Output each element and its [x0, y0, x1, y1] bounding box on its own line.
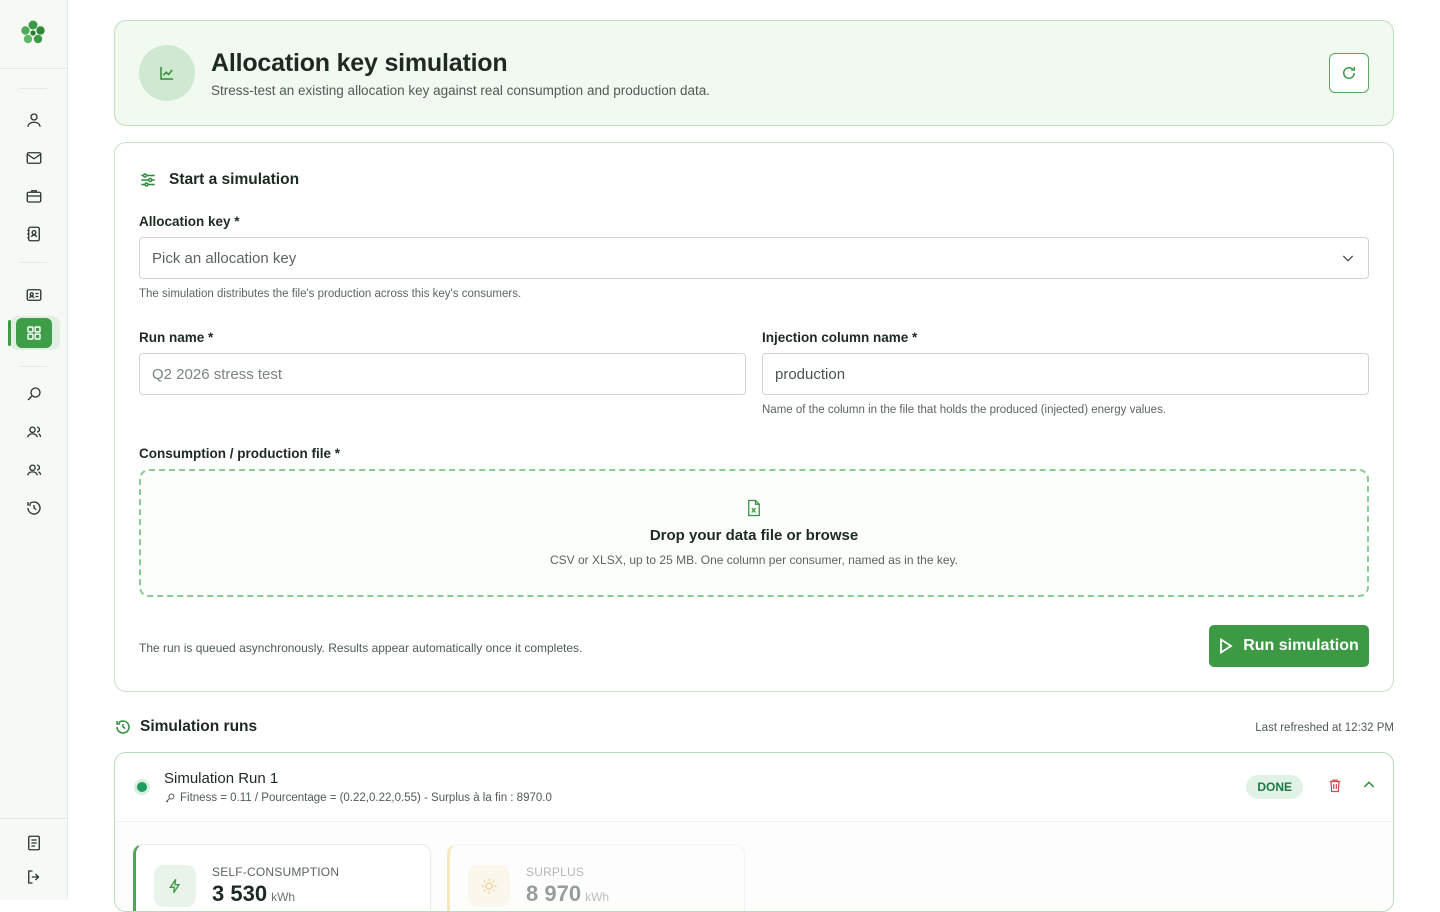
chart-badge	[139, 45, 195, 101]
briefcase-icon	[26, 190, 42, 203]
stat-icon-box	[468, 865, 510, 907]
grid-icon	[27, 326, 41, 340]
mail-icon	[26, 152, 42, 164]
sidebar-active-indicator	[8, 320, 11, 346]
logout-icon	[28, 870, 40, 884]
sliders-icon	[141, 173, 155, 187]
sidebar-item-history[interactable]	[16, 493, 52, 523]
file-spreadsheet-icon	[748, 499, 760, 517]
run-name: Simulation Run 1	[164, 770, 279, 787]
page-header: Allocation key simulation Stress-test an…	[114, 20, 1394, 126]
chevron-up-icon	[1363, 781, 1375, 788]
document-icon	[28, 835, 40, 851]
search-icon	[27, 387, 41, 401]
chevron-down-icon	[1342, 255, 1354, 262]
last-refreshed: Last refreshed at 12:32 PM	[1255, 722, 1394, 734]
run-card[interactable]: Simulation Run 1 Fitness = 0.11 / Pource…	[114, 752, 1394, 912]
refresh-button[interactable]	[1329, 53, 1369, 93]
stat-self-consumption: Self-consumption 3 530 kWh	[133, 844, 431, 911]
id-card-icon	[26, 289, 42, 301]
allocation-key-placeholder: Pick an allocation key	[152, 249, 297, 267]
run-name-label: Run name *	[139, 330, 214, 345]
status-dot	[137, 782, 147, 792]
sidebar-item-docs[interactable]	[16, 828, 52, 858]
sidebar-item-search[interactable]	[16, 379, 52, 409]
stat-label: Surplus	[526, 865, 585, 879]
stat-surplus: Surplus 8 970 kWh	[447, 844, 745, 911]
run-meta-text: Fitness = 0.11 / Pourcentage = (0.22,0.2…	[180, 792, 552, 804]
sidebar-item-logout[interactable]	[16, 862, 52, 892]
queue-footnote: The run is queued asynchronously. Result…	[139, 641, 583, 655]
stat-label: Self-consumption	[212, 865, 340, 879]
section-title: Start a simulation	[169, 171, 300, 188]
history-icon	[116, 720, 130, 734]
file-label: Consumption / production file *	[139, 446, 340, 461]
run-name-input[interactable]	[139, 353, 746, 395]
sidebar-item-members[interactable]	[16, 280, 52, 310]
status-badge: DONE	[1246, 775, 1303, 799]
line-chart-icon	[160, 67, 173, 80]
runs-header: Simulation runs	[114, 718, 257, 736]
sidebar-item-mail[interactable]	[16, 143, 52, 173]
allocation-key-label: Allocation key *	[139, 214, 240, 229]
stat-value: 8 970 kWh	[526, 881, 610, 906]
card-header: Start a simulation	[139, 171, 299, 189]
page-title: Allocation key simulation	[211, 49, 508, 77]
stat-icon-box	[154, 865, 196, 907]
contact-book-icon	[27, 226, 40, 242]
collapse-run-button[interactable]	[1361, 777, 1377, 798]
dropzone-subtitle: CSV or XLSX, up to 25 MB. One column per…	[550, 553, 958, 567]
allocation-key-select[interactable]: Pick an allocation key	[139, 237, 1369, 279]
runs-title: Simulation runs	[140, 718, 258, 735]
sidebar	[0, 0, 68, 900]
trash-icon	[1329, 779, 1341, 793]
sidebar-item-simulation[interactable]	[16, 318, 52, 348]
sidebar-item-profile[interactable]	[16, 105, 52, 135]
lightning-icon	[169, 878, 181, 894]
user-icon	[27, 113, 41, 127]
sidebar-item-groups[interactable]	[16, 455, 52, 485]
sun-icon	[481, 878, 497, 894]
page-subtitle: Stress-test an existing allocation key a…	[211, 83, 711, 98]
start-simulation-card: Start a simulation Allocation key * Pick…	[114, 142, 1394, 692]
group-icon	[26, 464, 42, 476]
sidebar-item-projects[interactable]	[16, 181, 52, 211]
injection-column-hint: Name of the column in the file that hold…	[762, 404, 1167, 416]
sidebar-item-contacts[interactable]	[16, 219, 52, 249]
refresh-icon	[1343, 67, 1355, 79]
key-icon	[165, 793, 175, 803]
run-simulation-button[interactable]: Run simulation	[1209, 625, 1369, 667]
stat-value: 3 530 kWh	[212, 881, 296, 906]
injection-column-label: Injection column name *	[762, 330, 918, 345]
delete-run-button[interactable]	[1327, 777, 1343, 799]
users-icon	[26, 426, 42, 438]
injection-column-input[interactable]	[762, 353, 1369, 395]
play-icon	[1220, 638, 1233, 654]
run-meta: Fitness = 0.11 / Pourcentage = (0.22,0.2…	[164, 792, 552, 804]
run-simulation-label: Run simulation	[1243, 637, 1359, 654]
app-logo[interactable]	[18, 18, 48, 48]
history-icon	[27, 501, 41, 515]
dropzone-title: Drop your data file or browse	[649, 527, 859, 544]
file-dropzone[interactable]: Drop your data file or browse CSV or XLS…	[139, 469, 1369, 597]
sidebar-item-users[interactable]	[16, 417, 52, 447]
allocation-key-hint: The simulation distributes the file's pr…	[139, 288, 522, 300]
